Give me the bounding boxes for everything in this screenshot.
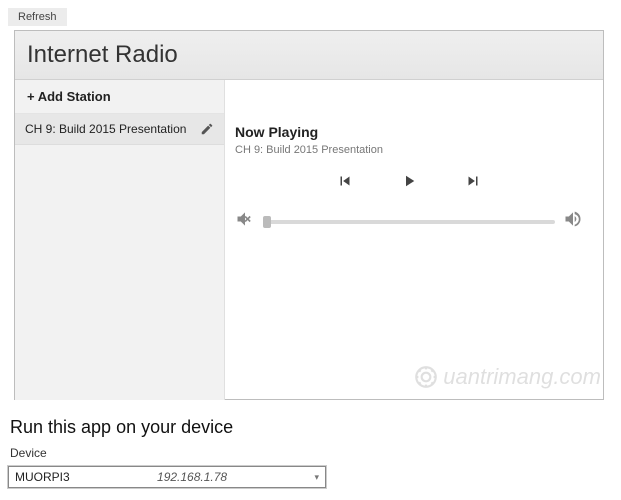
run-heading: Run this app on your device	[10, 417, 233, 438]
volume-control	[235, 209, 583, 234]
device-label: Device	[10, 446, 47, 460]
play-icon[interactable]	[400, 172, 418, 195]
mute-icon[interactable]	[235, 209, 255, 234]
station-item-label: CH 9: Build 2015 Presentation	[25, 122, 186, 136]
volume-slider[interactable]	[263, 220, 555, 224]
now-playing-heading: Now Playing	[235, 124, 583, 140]
edit-icon[interactable]	[200, 122, 214, 136]
watermark: uantrimang.com	[413, 364, 601, 390]
station-item[interactable]: CH 9: Build 2015 Presentation	[15, 114, 224, 145]
add-station-button[interactable]: + Add Station	[15, 80, 224, 114]
chevron-down-icon: ▾	[314, 472, 319, 483]
volume-icon[interactable]	[563, 209, 583, 234]
device-ip: 192.168.1.78	[70, 470, 315, 484]
device-name: MUORPI3	[15, 470, 70, 484]
player-panel: Now Playing CH 9: Build 2015 Presentatio…	[225, 80, 603, 400]
now-playing-track: CH 9: Build 2015 Presentation	[235, 144, 583, 156]
station-sidebar: + Add Station CH 9: Build 2015 Presentat…	[15, 80, 225, 400]
volume-thumb[interactable]	[263, 216, 271, 228]
refresh-button[interactable]: Refresh	[8, 8, 67, 26]
device-dropdown[interactable]: MUORPI3 192.168.1.78 ▾	[8, 466, 326, 488]
app-window: Internet Radio + Add Station CH 9: Build…	[14, 30, 604, 400]
transport-controls	[235, 172, 583, 195]
app-title: Internet Radio	[15, 31, 603, 80]
previous-track-icon[interactable]	[336, 172, 354, 195]
watermark-text: uantrimang.com	[443, 364, 601, 390]
next-track-icon[interactable]	[464, 172, 482, 195]
app-body: + Add Station CH 9: Build 2015 Presentat…	[15, 80, 603, 400]
